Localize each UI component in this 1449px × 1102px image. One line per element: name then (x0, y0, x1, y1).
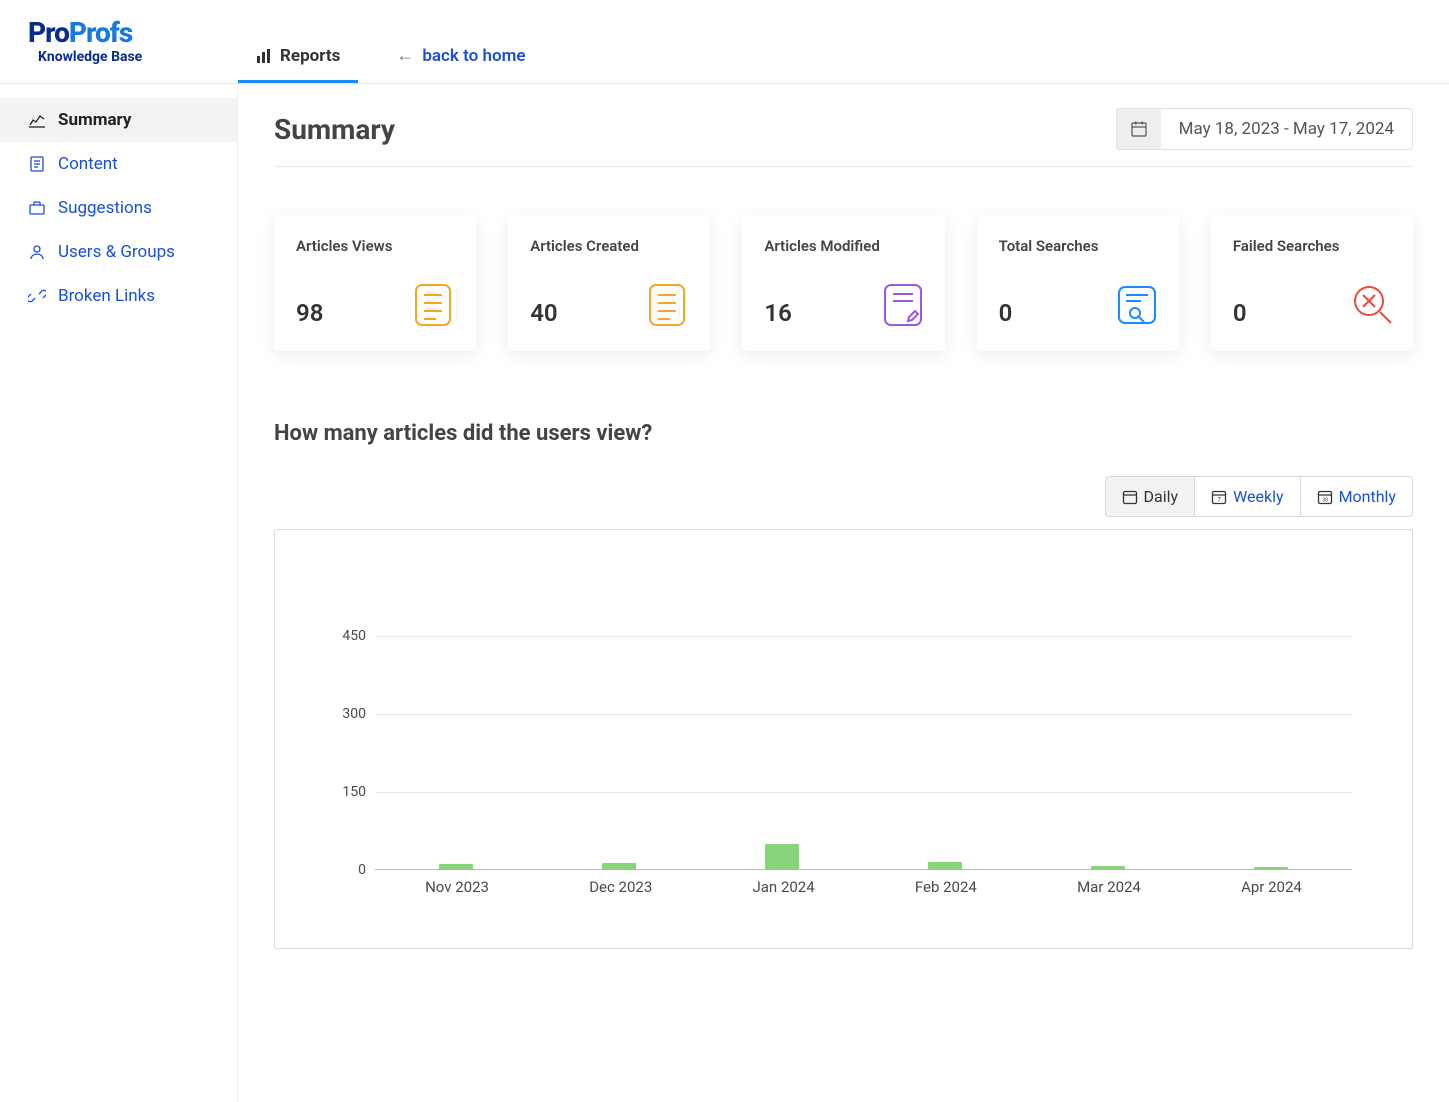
y-tick-label: 150 (330, 784, 366, 800)
sidebar-label: Content (58, 154, 118, 174)
card-articles-views[interactable]: Articles Views 98 (274, 215, 476, 351)
x-tick-label: Mar 2024 (1077, 878, 1141, 896)
back-link-label: back to home (422, 46, 525, 66)
section-title: How many articles did the users view? (274, 421, 1413, 446)
period-toggle: Daily 7 Weekly 30 (1105, 476, 1414, 517)
y-tick-label: 450 (330, 628, 366, 644)
arrow-left-icon: ← (396, 45, 414, 66)
period-daily[interactable]: Daily (1106, 477, 1195, 516)
top-bar: ProProfs Knowledge Base Reports ← back t… (0, 0, 1449, 84)
card-failed-searches[interactable]: Failed Searches 0 (1211, 215, 1413, 351)
period-monthly[interactable]: 30 Monthly (1300, 477, 1412, 516)
back-to-home-link[interactable]: ← back to home (378, 45, 543, 83)
chart-bar[interactable] (928, 862, 962, 870)
broken-link-icon (28, 287, 46, 305)
card-label: Articles Views (296, 237, 454, 255)
card-value: 0 (1233, 299, 1247, 327)
sidebar-item-users-groups[interactable]: Users & Groups (0, 230, 237, 274)
calendar-month-icon: 30 (1317, 489, 1333, 505)
views-chart: 0 150 300 450 Nov 2023 Dec 2023 Jan 2024 Feb 20… (274, 529, 1413, 949)
main-content: Summary May 18, 2023 - May 17, 2024 Arti… (238, 84, 1449, 1102)
brand-part1: Pro (28, 16, 69, 49)
edit-document-icon (883, 283, 923, 327)
calendar-icon (1117, 109, 1161, 149)
y-tick-label: 300 (330, 706, 366, 722)
briefcase-icon (28, 199, 46, 217)
svg-text:30: 30 (1322, 497, 1328, 503)
document-icon (28, 155, 46, 173)
sidebar: Summary Content Suggestions (0, 84, 238, 1102)
page-title: Summary (274, 113, 395, 146)
brand-sub: Knowledge Base (28, 49, 238, 65)
card-label: Total Searches (999, 237, 1157, 255)
card-value: 98 (296, 299, 323, 327)
svg-text:7: 7 (1217, 496, 1221, 503)
page-header: Summary May 18, 2023 - May 17, 2024 (274, 108, 1413, 167)
card-label: Failed Searches (1233, 237, 1391, 255)
sidebar-item-broken-links[interactable]: Broken Links (0, 274, 237, 318)
search-panel-icon (1117, 283, 1157, 327)
summary-icon (28, 111, 46, 129)
brand-logo: ProProfs Knowledge Base (28, 19, 238, 65)
calendar-day-icon (1122, 489, 1138, 505)
brand-name: ProProfs (28, 19, 238, 47)
period-label: Monthly (1339, 487, 1396, 506)
card-articles-created[interactable]: Articles Created 40 (508, 215, 710, 351)
card-value: 0 (999, 299, 1013, 327)
x-tick-label: Feb 2024 (915, 878, 977, 896)
sidebar-label: Users & Groups (58, 242, 175, 262)
period-label: Daily (1144, 487, 1179, 506)
failed-search-icon (1351, 283, 1391, 327)
chart-bar[interactable] (439, 864, 473, 870)
x-tick-label: Dec 2023 (589, 878, 652, 896)
top-tabs: Reports ← back to home (238, 0, 564, 83)
sidebar-item-summary[interactable]: Summary (0, 98, 237, 142)
bar-chart-icon (256, 48, 272, 64)
card-label: Articles Created (530, 237, 688, 255)
x-tick-label: Nov 2023 (425, 878, 489, 896)
sidebar-label: Suggestions (58, 198, 152, 218)
document-orange-icon (414, 283, 454, 327)
chart-bar[interactable] (602, 863, 636, 870)
card-label: Articles Modified (764, 237, 922, 255)
period-weekly[interactable]: 7 Weekly (1194, 477, 1300, 516)
tab-reports[interactable]: Reports (238, 46, 358, 83)
calendar-week-icon: 7 (1211, 489, 1227, 505)
sidebar-item-content[interactable]: Content (0, 142, 237, 186)
chart-bar[interactable] (765, 844, 799, 870)
x-tick-label: Apr 2024 (1241, 878, 1302, 896)
sidebar-label: Summary (58, 110, 131, 130)
card-articles-modified[interactable]: Articles Modified 16 (742, 215, 944, 351)
date-range-picker[interactable]: May 18, 2023 - May 17, 2024 (1116, 108, 1413, 150)
brand-part2: Profs (69, 16, 132, 49)
tab-reports-label: Reports (280, 46, 340, 66)
chart-bar[interactable] (1091, 866, 1125, 870)
period-label: Weekly (1233, 487, 1284, 506)
sidebar-item-suggestions[interactable]: Suggestions (0, 186, 237, 230)
user-icon (28, 243, 46, 261)
chart-bar[interactable] (1254, 867, 1288, 870)
card-value: 40 (530, 299, 557, 327)
x-tick-label: Jan 2024 (753, 878, 815, 896)
y-tick-label: 0 (330, 862, 366, 878)
card-total-searches[interactable]: Total Searches 0 (977, 215, 1179, 351)
stats-cards: Articles Views 98 Articles Created 40 (274, 215, 1413, 351)
card-value: 16 (764, 299, 791, 327)
document-orange-icon (648, 283, 688, 327)
date-range-text: May 18, 2023 - May 17, 2024 (1161, 109, 1412, 149)
sidebar-label: Broken Links (58, 286, 155, 306)
